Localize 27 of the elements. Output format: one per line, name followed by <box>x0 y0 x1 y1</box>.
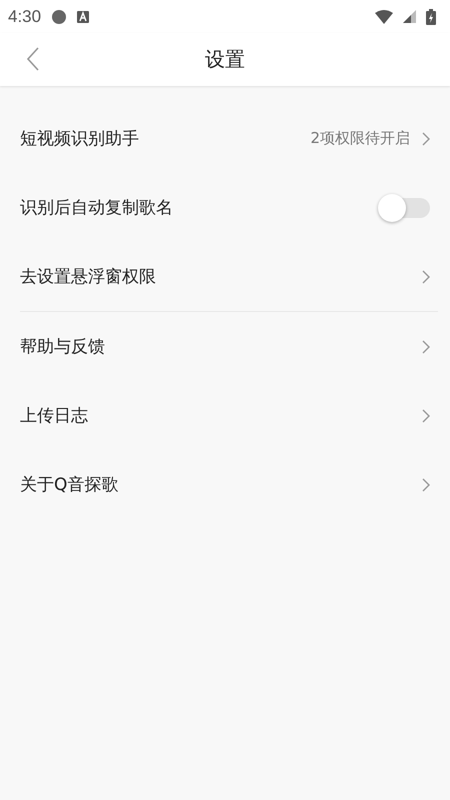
chevron-icon <box>422 408 430 422</box>
settings-row[interactable]: 关于Q音探歌 <box>0 450 450 519</box>
setting-label: 帮助与反馈 <box>20 336 106 358</box>
back-button[interactable] <box>26 47 40 71</box>
settings-row[interactable]: 帮助与反馈 <box>0 312 450 381</box>
setting-label: 短视频识别助手 <box>20 128 140 150</box>
settings-row[interactable]: 识别后自动复制歌名 <box>0 173 450 242</box>
chevron-icon <box>422 478 430 492</box>
setting-label: 关于Q音探歌 <box>20 474 120 496</box>
chevron-icon <box>422 340 430 354</box>
settings-row[interactable]: 上传日志 <box>0 381 450 450</box>
app-notification-icon <box>77 10 90 22</box>
settings-row[interactable]: 短视频识别助手 2项权限待开启 <box>0 104 450 173</box>
record-icon <box>51 8 68 24</box>
setting-label: 去设置悬浮窗权限 <box>20 266 157 288</box>
status-time: 4:30 <box>8 6 42 26</box>
setting-label: 上传日志 <box>20 405 89 427</box>
chevron-icon <box>422 132 430 146</box>
page-title: 设置 <box>205 46 245 73</box>
wifi-icon <box>375 10 393 24</box>
back-icon <box>26 47 40 71</box>
signal-icon <box>403 10 416 23</box>
battery-icon <box>426 8 436 24</box>
chevron-icon <box>422 270 430 284</box>
setting-label: 识别后自动复制歌名 <box>20 197 174 219</box>
setting-status: 2项权限待开启 <box>310 129 410 148</box>
settings-row[interactable]: 去设置悬浮窗权限 <box>0 242 450 311</box>
